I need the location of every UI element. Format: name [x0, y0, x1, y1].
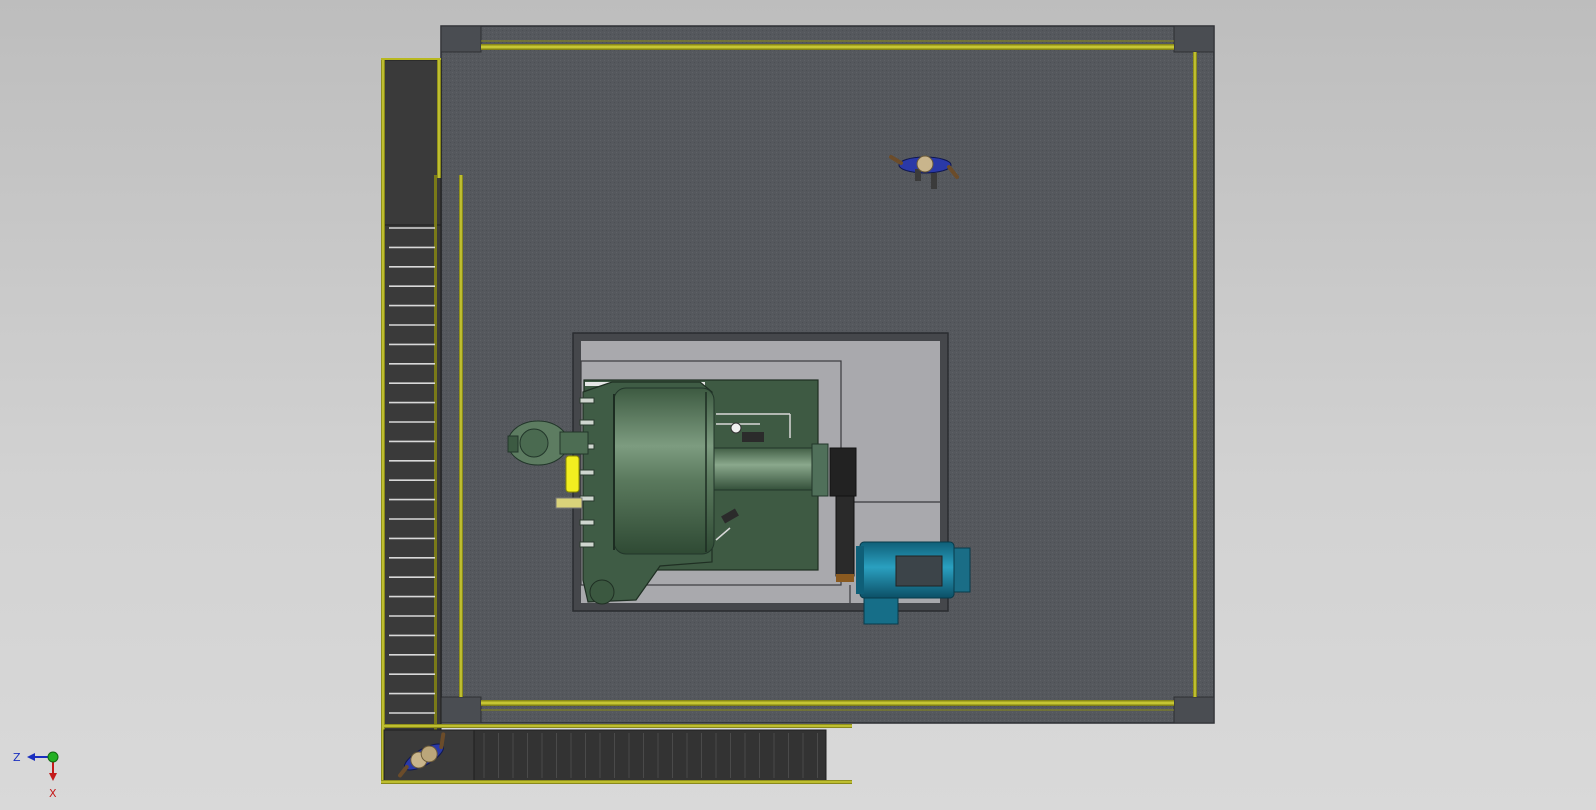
flange-bolt — [579, 397, 595, 404]
platform-corner-post — [440, 25, 482, 53]
left-stair-landing — [383, 59, 442, 226]
triad-z-label: Z — [13, 751, 21, 764]
pulley-guard — [829, 447, 857, 497]
left-stair-stringer — [434, 175, 437, 730]
belt-tensioner — [836, 574, 854, 582]
platform-corner-post — [440, 696, 482, 724]
bottom-stair-treads — [473, 729, 827, 783]
hydraulic-cylinder — [565, 455, 580, 493]
bottom-stair-rail-top — [384, 724, 852, 728]
motor-terminal-box — [895, 555, 943, 587]
platform-corner-post — [1173, 696, 1215, 724]
left-stair-stringer — [437, 58, 441, 178]
centrifuge-drum — [613, 387, 715, 555]
flange-bolt — [579, 469, 595, 476]
triad-x-label: X — [49, 787, 57, 800]
bottom-stair[interactable] — [381, 724, 852, 784]
railing-right[interactable] — [1193, 52, 1197, 697]
flange-bolt — [579, 419, 595, 426]
left-stair-stringer — [381, 58, 385, 783]
flange-bolt — [579, 541, 595, 548]
bearing-housing — [713, 447, 827, 491]
motor-foot — [863, 597, 899, 625]
railing-bottom[interactable] — [481, 700, 1174, 706]
left-stair[interactable] — [381, 58, 442, 783]
flange-bolts — [579, 397, 595, 548]
motor-end-cap — [953, 547, 971, 593]
shaft-coupling — [811, 443, 829, 497]
discharge-port — [589, 579, 615, 605]
flange-bolt — [579, 519, 595, 526]
cad-viewport[interactable]: Z X — [0, 0, 1596, 810]
platform-corner-post — [1173, 25, 1215, 53]
motor-fan-cover — [856, 546, 864, 594]
bottom-stair-rail-bottom — [381, 780, 852, 784]
triad-icon: Z X — [13, 751, 59, 800]
railing-left[interactable] — [459, 175, 463, 697]
railing-top[interactable] — [481, 44, 1174, 50]
hydraulic-cylinder-mount — [555, 497, 583, 509]
drive-belt — [835, 495, 855, 577]
